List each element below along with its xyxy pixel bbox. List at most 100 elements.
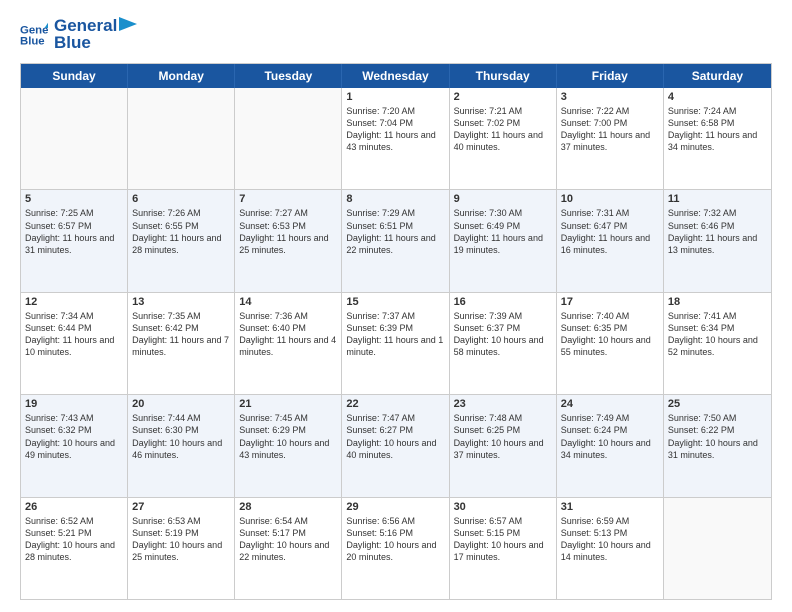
calendar-cell: 13 Sunrise: 7:35 AM Sunset: 6:42 PM Dayli…: [128, 293, 235, 394]
cell-info: Sunrise: 7:49 AM Sunset: 6:24 PM Dayligh…: [561, 412, 659, 461]
calendar-cell: 12 Sunrise: 7:34 AM Sunset: 6:44 PM Dayli…: [21, 293, 128, 394]
cell-info: Sunrise: 7:24 AM Sunset: 6:58 PM Dayligh…: [668, 105, 767, 154]
weekday-header: Friday: [557, 64, 664, 88]
cell-info: Sunrise: 7:32 AM Sunset: 6:46 PM Dayligh…: [668, 207, 767, 256]
day-number: 8: [346, 193, 444, 205]
calendar-cell: 26Sunrise: 6:52 AM Sunset: 5:21 PM Dayli…: [21, 498, 128, 599]
calendar-cell: 23 Sunrise: 7:48 AM Sunset: 6:25 PM Dayli…: [450, 395, 557, 496]
calendar-cell: 27Sunrise: 6:53 AM Sunset: 5:19 PM Dayli…: [128, 498, 235, 599]
calendar-cell: 10 Sunrise: 7:31 AM Sunset: 6:47 PM Dayli…: [557, 190, 664, 291]
logo: General Blue General Blue: [20, 16, 137, 53]
cell-info: Sunrise: 7:48 AM Sunset: 6:25 PM Dayligh…: [454, 412, 552, 461]
weekday-header: Monday: [128, 64, 235, 88]
day-number: 7: [239, 193, 337, 205]
weekday-header: Tuesday: [235, 64, 342, 88]
weekday-header: Wednesday: [342, 64, 449, 88]
calendar-cell: 20 Sunrise: 7:44 AM Sunset: 6:30 PM Dayli…: [128, 395, 235, 496]
calendar-cell: 29 Sunrise: 6:56 AM Sunset: 5:16 PM Dayli…: [342, 498, 449, 599]
calendar-cell: 19 Sunrise: 7:43 AM Sunset: 6:32 PM Dayli…: [21, 395, 128, 496]
day-number: 1: [346, 91, 444, 103]
cell-info: Sunrise: 7:27 AM Sunset: 6:53 PM Dayligh…: [239, 207, 337, 256]
day-number: 2: [454, 91, 552, 103]
calendar-cell: 7 Sunrise: 7:27 AM Sunset: 6:53 PM Daylig…: [235, 190, 342, 291]
logo-icon: General Blue: [20, 21, 48, 49]
calendar-row: 1 Sunrise: 7:20 AM Sunset: 7:04 PM Daylig…: [21, 88, 771, 190]
cell-info: Sunrise: 7:26 AM Sunset: 6:55 PM Dayligh…: [132, 207, 230, 256]
calendar-body: 1 Sunrise: 7:20 AM Sunset: 7:04 PM Daylig…: [21, 88, 771, 599]
day-number: 24: [561, 398, 659, 410]
calendar-cell: 15 Sunrise: 7:37 AM Sunset: 6:39 PM Dayli…: [342, 293, 449, 394]
svg-text:General: General: [20, 24, 48, 36]
cell-info: Sunrise: 6:56 AM Sunset: 5:16 PM Dayligh…: [346, 515, 444, 564]
day-number: 4: [668, 91, 767, 103]
day-number: 29: [346, 501, 444, 513]
day-number: 13: [132, 296, 230, 308]
cell-info: Sunrise: 7:37 AM Sunset: 6:39 PM Dayligh…: [346, 310, 444, 359]
cell-info: Sunrise: 6:54 AM Sunset: 5:17 PM Dayligh…: [239, 515, 337, 564]
cell-info: Sunrise: 7:22 AM Sunset: 7:00 PM Dayligh…: [561, 105, 659, 154]
calendar-cell: 8 Sunrise: 7:29 AM Sunset: 6:51 PM Daylig…: [342, 190, 449, 291]
calendar-cell: 21Sunrise: 7:45 AM Sunset: 6:29 PM Dayli…: [235, 395, 342, 496]
logo-arrow-icon: [119, 17, 137, 31]
day-number: 20: [132, 398, 230, 410]
calendar-cell: 1 Sunrise: 7:20 AM Sunset: 7:04 PM Daylig…: [342, 88, 449, 189]
cell-info: Sunrise: 7:44 AM Sunset: 6:30 PM Dayligh…: [132, 412, 230, 461]
day-number: 5: [25, 193, 123, 205]
cell-info: Sunrise: 6:53 AM Sunset: 5:19 PM Dayligh…: [132, 515, 230, 564]
cell-info: Sunrise: 7:21 AM Sunset: 7:02 PM Dayligh…: [454, 105, 552, 154]
calendar-cell: 4 Sunrise: 7:24 AM Sunset: 6:58 PM Daylig…: [664, 88, 771, 189]
cell-info: Sunrise: 7:35 AM Sunset: 6:42 PM Dayligh…: [132, 310, 230, 359]
calendar-cell: 6Sunrise: 7:26 AM Sunset: 6:55 PM Daylig…: [128, 190, 235, 291]
calendar-cell: [21, 88, 128, 189]
day-number: 3: [561, 91, 659, 103]
calendar-cell: 14 Sunrise: 7:36 AM Sunset: 6:40 PM Dayli…: [235, 293, 342, 394]
calendar-header: SundayMondayTuesdayWednesdayThursdayFrid…: [21, 64, 771, 88]
day-number: 19: [25, 398, 123, 410]
calendar-cell: 24 Sunrise: 7:49 AM Sunset: 6:24 PM Dayli…: [557, 395, 664, 496]
calendar-cell: [664, 498, 771, 599]
cell-info: Sunrise: 6:57 AM Sunset: 5:15 PM Dayligh…: [454, 515, 552, 564]
cell-info: Sunrise: 7:36 AM Sunset: 6:40 PM Dayligh…: [239, 310, 337, 359]
cell-info: Sunrise: 7:45 AM Sunset: 6:29 PM Dayligh…: [239, 412, 337, 461]
cell-info: Sunrise: 7:34 AM Sunset: 6:44 PM Dayligh…: [25, 310, 123, 359]
cell-info: Sunrise: 7:43 AM Sunset: 6:32 PM Dayligh…: [25, 412, 123, 461]
page: General Blue General Blue SundayMondayTu…: [0, 0, 792, 612]
calendar-cell: 31Sunrise: 6:59 AM Sunset: 5:13 PM Dayli…: [557, 498, 664, 599]
cell-info: Sunrise: 7:39 AM Sunset: 6:37 PM Dayligh…: [454, 310, 552, 359]
cell-info: Sunrise: 7:29 AM Sunset: 6:51 PM Dayligh…: [346, 207, 444, 256]
logo-blue: Blue: [54, 33, 137, 53]
calendar-cell: 2 Sunrise: 7:21 AM Sunset: 7:02 PM Daylig…: [450, 88, 557, 189]
calendar-cell: 28 Sunrise: 6:54 AM Sunset: 5:17 PM Dayli…: [235, 498, 342, 599]
calendar-cell: [235, 88, 342, 189]
cell-info: Sunrise: 7:20 AM Sunset: 7:04 PM Dayligh…: [346, 105, 444, 154]
weekday-header: Sunday: [21, 64, 128, 88]
svg-text:Blue: Blue: [20, 35, 45, 47]
day-number: 16: [454, 296, 552, 308]
day-number: 22: [346, 398, 444, 410]
day-number: 9: [454, 193, 552, 205]
day-number: 30: [454, 501, 552, 513]
cell-info: Sunrise: 6:59 AM Sunset: 5:13 PM Dayligh…: [561, 515, 659, 564]
calendar-row: 12 Sunrise: 7:34 AM Sunset: 6:44 PM Dayli…: [21, 293, 771, 395]
cell-info: Sunrise: 7:50 AM Sunset: 6:22 PM Dayligh…: [668, 412, 767, 461]
day-number: 18: [668, 296, 767, 308]
day-number: 25: [668, 398, 767, 410]
weekday-header: Saturday: [664, 64, 771, 88]
calendar-cell: 3 Sunrise: 7:22 AM Sunset: 7:00 PM Daylig…: [557, 88, 664, 189]
day-number: 26: [25, 501, 123, 513]
cell-info: Sunrise: 7:31 AM Sunset: 6:47 PM Dayligh…: [561, 207, 659, 256]
day-number: 28: [239, 501, 337, 513]
calendar-cell: 30 Sunrise: 6:57 AM Sunset: 5:15 PM Dayli…: [450, 498, 557, 599]
calendar-cell: 5Sunrise: 7:25 AM Sunset: 6:57 PM Daylig…: [21, 190, 128, 291]
header: General Blue General Blue: [20, 16, 772, 53]
day-number: 10: [561, 193, 659, 205]
calendar: SundayMondayTuesdayWednesdayThursdayFrid…: [20, 63, 772, 600]
calendar-cell: 11Sunrise: 7:32 AM Sunset: 6:46 PM Dayli…: [664, 190, 771, 291]
day-number: 12: [25, 296, 123, 308]
day-number: 17: [561, 296, 659, 308]
day-number: 23: [454, 398, 552, 410]
calendar-row: 5Sunrise: 7:25 AM Sunset: 6:57 PM Daylig…: [21, 190, 771, 292]
day-number: 15: [346, 296, 444, 308]
day-number: 14: [239, 296, 337, 308]
cell-info: Sunrise: 7:30 AM Sunset: 6:49 PM Dayligh…: [454, 207, 552, 256]
